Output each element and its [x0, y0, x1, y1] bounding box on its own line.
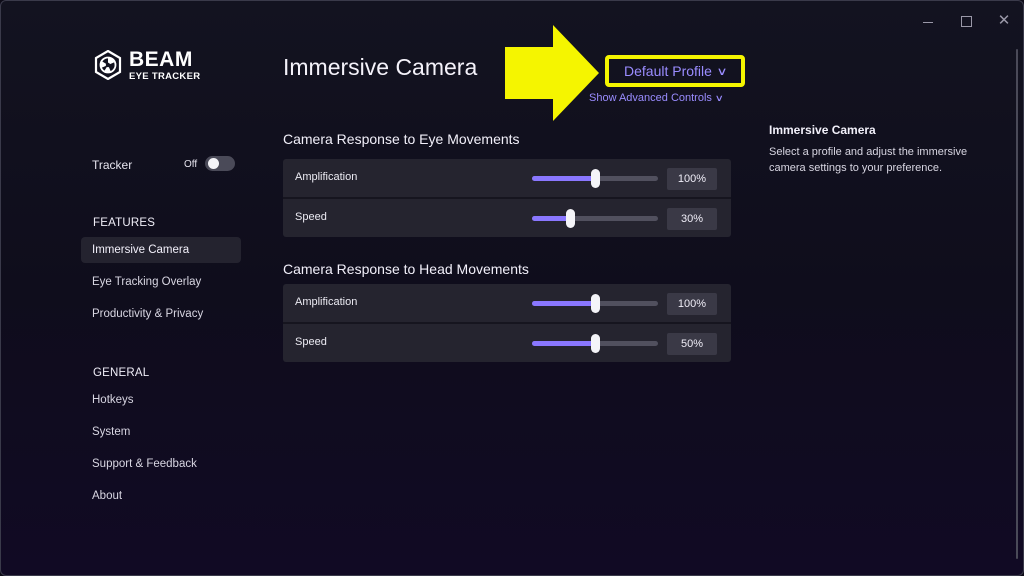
- slider-thumb[interactable]: [591, 294, 600, 313]
- close-icon[interactable]: ✕: [994, 11, 1014, 31]
- nav-item-immersive-camera[interactable]: Immersive Camera: [81, 237, 241, 263]
- scrollbar[interactable]: [1016, 49, 1018, 559]
- row-label: Amplification: [295, 171, 358, 183]
- speed-slider[interactable]: [532, 334, 658, 353]
- setting-row: Amplification 100%: [283, 159, 731, 199]
- slider-fill: [532, 341, 595, 346]
- section-header-features: FEATURES: [93, 217, 156, 229]
- app-window: ✕ BEAM EYE TRACKER Tracker Off FEATURES …: [0, 0, 1024, 576]
- nav-item-eye-tracking-overlay[interactable]: Eye Tracking Overlay: [81, 269, 241, 295]
- slider-fill: [532, 176, 595, 181]
- chevron-down-icon: ∨: [714, 93, 724, 103]
- amplification-slider[interactable]: [532, 169, 658, 188]
- row-label: Speed: [295, 211, 327, 223]
- slider-thumb[interactable]: [591, 334, 600, 353]
- group-title-eye: Camera Response to Eye Movements: [283, 131, 520, 147]
- nav-item-about[interactable]: About: [81, 483, 241, 509]
- tracker-label: Tracker: [92, 158, 133, 172]
- toggle-knob: [208, 158, 219, 169]
- group-title-head: Camera Response to Head Movements: [283, 261, 529, 277]
- slider-fill: [532, 216, 570, 221]
- panel-head-movements: Amplification 100% Speed 50%: [283, 284, 731, 362]
- profile-label: Default Profile: [624, 63, 712, 79]
- nav-item-support-feedback[interactable]: Support & Feedback: [81, 451, 241, 477]
- info-title: Immersive Camera: [769, 123, 876, 137]
- nav-item-system[interactable]: System: [81, 419, 241, 445]
- annotation-arrow: [505, 25, 599, 121]
- beam-logo-icon: [94, 50, 122, 81]
- page-title: Immersive Camera: [283, 54, 478, 80]
- brand-subtitle: EYE TRACKER: [129, 71, 201, 82]
- speed-slider[interactable]: [532, 209, 658, 228]
- section-header-general: GENERAL: [93, 367, 150, 379]
- brand-logo: BEAM EYE TRACKER: [93, 49, 200, 82]
- tracker-state: Off: [184, 159, 198, 170]
- amplification-slider[interactable]: [532, 294, 658, 313]
- setting-row: Speed 50%: [283, 324, 731, 362]
- tracker-toggle[interactable]: [205, 156, 235, 171]
- slider-thumb[interactable]: [591, 169, 600, 188]
- slider-fill: [532, 301, 595, 306]
- value-field[interactable]: 30%: [667, 208, 717, 230]
- nav-item-hotkeys[interactable]: Hotkeys: [81, 387, 241, 413]
- show-advanced-controls-link[interactable]: Show Advanced Controls ∨: [589, 92, 724, 104]
- value-field[interactable]: 100%: [667, 168, 717, 190]
- advanced-label: Show Advanced Controls: [589, 92, 712, 104]
- brand-name: BEAM: [129, 48, 193, 71]
- nav-item-productivity-privacy[interactable]: Productivity & Privacy: [81, 301, 241, 327]
- value-field[interactable]: 100%: [667, 293, 717, 315]
- setting-row: Speed 30%: [283, 199, 731, 237]
- profile-dropdown[interactable]: Default Profile ∨: [605, 55, 745, 87]
- setting-row: Amplification 100%: [283, 284, 731, 324]
- minimize-icon[interactable]: [918, 11, 938, 31]
- panel-eye-movements: Amplification 100% Speed 30%: [283, 159, 731, 237]
- value-field[interactable]: 50%: [667, 333, 717, 355]
- info-description: Select a profile and adjust the immersiv…: [769, 146, 968, 174]
- maximize-icon[interactable]: [956, 11, 976, 31]
- chevron-down-icon: ∨: [716, 65, 728, 78]
- slider-thumb[interactable]: [565, 209, 575, 228]
- row-label: Amplification: [295, 296, 358, 308]
- row-label: Speed: [295, 336, 327, 348]
